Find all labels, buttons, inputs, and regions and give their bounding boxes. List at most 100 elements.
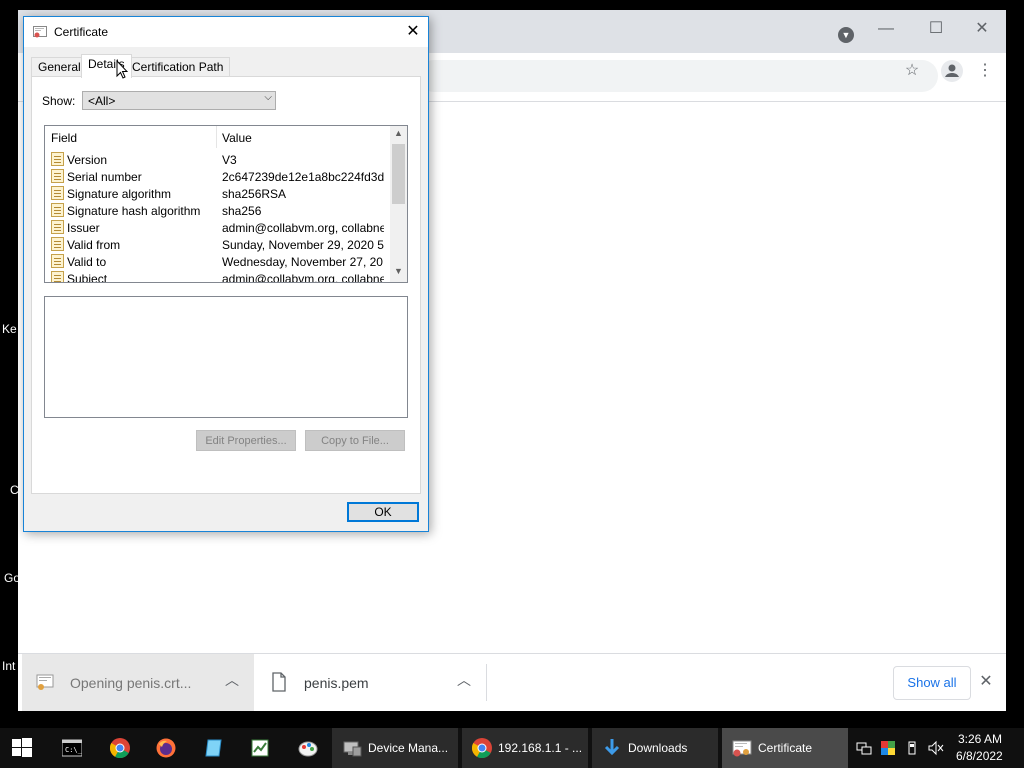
command-prompt-icon: C:\_ xyxy=(62,739,82,757)
certificate-file-icon xyxy=(36,674,54,690)
certificate-field-list[interactable]: Field Value Version V3 Serial number 2c6… xyxy=(44,125,408,283)
taskbar-task-chrome[interactable]: 192.168.1.1 - ... xyxy=(462,728,588,768)
field-detail-textbox[interactable] xyxy=(44,296,408,418)
dialog-title: Certificate xyxy=(54,25,109,39)
chevron-down-icon: ⌵ xyxy=(264,92,272,103)
field-name: Subject xyxy=(67,272,108,283)
field-icon xyxy=(51,271,64,282)
windows-logo-icon xyxy=(12,738,32,757)
scroll-up-icon[interactable]: ▲ xyxy=(390,128,407,142)
taskbar-task-device-manager[interactable]: Device Mana... xyxy=(332,728,458,768)
download-item[interactable]: penis.pem ︿ xyxy=(256,654,486,711)
list-item[interactable]: Version V3 xyxy=(45,151,387,168)
network-icon[interactable] xyxy=(856,740,872,756)
certificate-icon xyxy=(33,26,47,38)
field-icon xyxy=(51,203,64,217)
profile-icon[interactable] xyxy=(940,59,964,83)
field-icon xyxy=(51,220,64,234)
download-item[interactable]: Opening penis.crt... ︿ xyxy=(22,654,254,711)
field-value: admin@collabvm.org, collabne... xyxy=(222,272,384,283)
field-name: Version xyxy=(67,153,108,167)
tab-general[interactable]: General xyxy=(31,57,88,77)
divider xyxy=(486,664,487,701)
close-icon[interactable]: ✕ xyxy=(962,16,1002,42)
field-name: Issuer xyxy=(67,221,100,235)
show-label: Show: xyxy=(42,94,76,108)
svg-text:C:\_: C:\_ xyxy=(65,746,82,754)
taskbar-app[interactable] xyxy=(192,728,236,768)
chevron-up-icon[interactable]: ︿ xyxy=(456,672,472,688)
clock-time[interactable]: 3:26 AM xyxy=(958,732,1002,746)
column-divider[interactable] xyxy=(216,126,217,148)
field-icon xyxy=(51,254,64,268)
field-name: Signature algorithm xyxy=(67,187,172,201)
close-icon[interactable]: ✕ xyxy=(976,672,996,692)
chevron-up-icon[interactable]: ︿ xyxy=(224,672,240,688)
list-item[interactable]: Signature algorithm sha256RSA xyxy=(45,185,387,202)
taskbar-terminal[interactable]: C:\_ xyxy=(50,728,94,768)
certificate-dialog: Certificate ✕ General Certification Path… xyxy=(23,16,429,532)
dialog-titlebar: Certificate ✕ xyxy=(24,17,428,47)
volume-muted-icon[interactable] xyxy=(928,740,944,756)
vertical-scrollbar[interactable]: ▲ ▼ xyxy=(390,126,407,282)
scrollbar-thumb[interactable] xyxy=(392,144,405,204)
list-item[interactable]: Signature hash algorithm sha256 xyxy=(45,202,387,219)
chrome-icon xyxy=(110,738,130,758)
chrome-icon xyxy=(472,738,492,758)
column-header-field[interactable]: Field xyxy=(51,131,77,145)
list-item[interactable]: Subject admin@collabvm.org, collabne... xyxy=(45,270,387,283)
tab-certification-path[interactable]: Certification Path xyxy=(125,57,231,77)
firefox-icon xyxy=(156,738,176,758)
taskbar-task-downloads[interactable]: Downloads xyxy=(592,728,718,768)
usb-device-icon[interactable] xyxy=(904,740,920,756)
field-name: Valid from xyxy=(67,238,121,252)
start-button[interactable] xyxy=(0,728,44,768)
field-name: Signature hash algorithm xyxy=(67,204,201,218)
list-item[interactable]: Issuer admin@collabvm.org, collabne... xyxy=(45,219,387,236)
list-item[interactable]: Serial number 2c647239de12e1a8bc224fd3d.… xyxy=(45,168,387,185)
task-label: Certificate xyxy=(758,741,813,755)
copy-to-file-button[interactable]: Copy to File... xyxy=(305,430,405,451)
taskbar-firefox[interactable] xyxy=(144,728,188,768)
field-value: Sunday, November 29, 2020 5... xyxy=(222,238,384,252)
tab-search-icon[interactable]: ▼ xyxy=(838,27,854,43)
edit-properties-button[interactable]: Edit Properties... xyxy=(196,430,296,451)
ok-button[interactable]: OK xyxy=(347,502,419,522)
taskbar-app[interactable] xyxy=(286,728,330,768)
certificate-icon xyxy=(732,740,752,757)
paint-icon xyxy=(298,741,318,757)
task-label: Downloads xyxy=(628,741,688,755)
field-icon xyxy=(51,169,64,183)
menu-kebab-icon[interactable]: ⋮ xyxy=(973,59,997,83)
download-filename: penis.pem xyxy=(304,675,369,691)
bookmark-star-icon[interactable]: ☆ xyxy=(900,59,924,83)
minimize-icon[interactable]: — xyxy=(866,16,906,42)
list-item[interactable]: Valid from Sunday, November 29, 2020 5..… xyxy=(45,236,387,253)
scroll-down-icon[interactable]: ▼ xyxy=(390,266,407,280)
taskbar: C:\_ Device Mana... 192.168.1.1 - ... Do… xyxy=(0,728,1024,768)
column-header-value[interactable]: Value xyxy=(222,131,252,145)
taskbar-app[interactable] xyxy=(238,728,282,768)
field-name: Valid to xyxy=(67,255,107,269)
taskbar-task-certificate[interactable]: Certificate xyxy=(722,728,848,768)
maximize-icon[interactable]: ☐ xyxy=(916,16,956,42)
notepad-icon xyxy=(205,739,222,757)
field-icon xyxy=(51,186,64,200)
close-icon[interactable]: ✕ xyxy=(398,17,428,47)
field-value: admin@collabvm.org, collabne... xyxy=(222,221,384,235)
show-all-button[interactable]: Show all xyxy=(893,666,971,700)
spreadsheet-icon xyxy=(251,739,269,757)
list-header: Field Value xyxy=(45,126,387,148)
list-item[interactable]: Valid to Wednesday, November 27, 20... xyxy=(45,253,387,270)
address-bar[interactable] xyxy=(418,60,938,92)
field-icon xyxy=(51,152,64,166)
device-manager-icon xyxy=(343,741,362,757)
display-settings-icon[interactable] xyxy=(880,740,896,756)
desktop-label: Ke xyxy=(2,322,17,336)
details-tab-panel: Show: <All> ⌵ Field Value Version V3 Ser… xyxy=(31,76,421,494)
show-dropdown[interactable]: <All> ⌵ xyxy=(82,91,276,110)
clock-date[interactable]: 6/8/2022 xyxy=(956,749,1003,763)
mouse-cursor-icon xyxy=(116,60,128,79)
download-bar: Opening penis.crt... ︿ penis.pem ︿ Show … xyxy=(18,653,1006,711)
taskbar-chrome[interactable] xyxy=(98,728,142,768)
